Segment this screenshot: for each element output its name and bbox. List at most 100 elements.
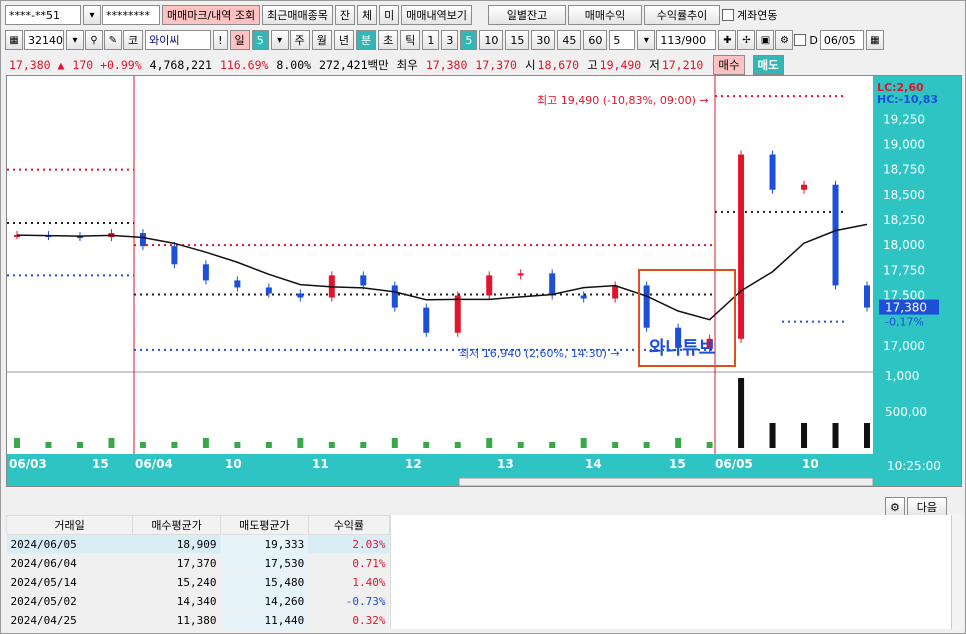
min-60[interactable]: 60: [583, 30, 608, 50]
col-header[interactable]: 매수평균가: [132, 515, 221, 535]
candle-body: [139, 233, 146, 247]
calendar-icon[interactable]: ▦: [5, 30, 23, 50]
candle-body: [171, 246, 178, 265]
price-tick: 18,750: [883, 163, 925, 177]
mi-button[interactable]: 미: [379, 5, 400, 25]
date-checkbox[interactable]: [794, 34, 807, 46]
indicator-icon[interactable]: ✚: [718, 30, 737, 50]
volume-bar: [297, 438, 304, 448]
x-tick: 10: [225, 457, 242, 471]
jan-button[interactable]: 잔: [334, 5, 356, 25]
col-header[interactable]: 매도평균가: [220, 515, 309, 535]
date-field[interactable]: 06/05: [819, 30, 864, 50]
count-field[interactable]: 113/900: [656, 30, 717, 50]
min-10[interactable]: 10: [479, 30, 504, 50]
x-tick: 14: [585, 457, 602, 471]
tf-5[interactable]: 틱: [400, 30, 421, 50]
recent-items-button[interactable]: 최근매매종목: [262, 5, 333, 25]
ask-price: 17,380: [425, 58, 468, 72]
che-button[interactable]: 체: [357, 5, 378, 25]
min-45[interactable]: 45: [557, 30, 582, 50]
candle-body: [517, 273, 524, 276]
col-header[interactable]: 수익률: [307, 515, 391, 535]
volume-bar: [769, 423, 776, 448]
next-button[interactable]: 다음: [906, 497, 947, 517]
trade-amount: 272,421백만: [319, 58, 389, 72]
min-1[interactable]: 1: [422, 30, 440, 50]
table-cell: 2024/04/25: [6, 610, 133, 630]
crosshair-icon[interactable]: ✢: [737, 30, 756, 50]
table-cell: 2.03%: [308, 534, 390, 554]
chart-area[interactable]: 최고 19,490 (-10,83%, 09:00) → 최저 16,940 (2…: [6, 75, 962, 487]
dropdown-icon[interactable]: ▾: [270, 30, 289, 50]
tf-3[interactable]: 분: [356, 30, 377, 50]
table-cell: 19,333: [220, 534, 309, 554]
search-icon[interactable]: ⚲: [85, 30, 103, 50]
settings-button[interactable]: ⚙: [885, 497, 905, 517]
calendar-icon[interactable]: ▦: [865, 30, 884, 50]
min-15[interactable]: 15: [505, 30, 530, 50]
volume-bar: [454, 442, 461, 448]
col-header[interactable]: 거래일: [5, 515, 134, 535]
tf-0[interactable]: 주: [289, 30, 310, 50]
daily-balance-button[interactable]: 일별잔고: [488, 5, 567, 25]
volume-bar: [202, 438, 209, 448]
candle-body: [549, 273, 556, 296]
trade-profit-button[interactable]: 매매수익: [568, 5, 643, 25]
account-select[interactable]: ****-**51: [5, 5, 81, 25]
dropdown-icon[interactable]: ▾: [83, 5, 101, 25]
period-button[interactable]: 일: [229, 30, 250, 50]
table-row[interactable]: 2024/04/25 11,380 11,440 0.32%: [6, 610, 390, 630]
profit-trend-button[interactable]: 수익률추이: [644, 5, 721, 25]
code-field[interactable]: 32140: [24, 30, 64, 50]
table-row[interactable]: 2024/06/05 18,909 19,333 2.03%: [6, 534, 390, 554]
table-cell: 1.40%: [308, 572, 390, 592]
volume-bar: [612, 442, 619, 448]
low-label: 저: [649, 58, 660, 72]
table-row[interactable]: 2024/06/04 17,370 17,530 0.71%: [6, 553, 390, 573]
candle-body: [738, 154, 745, 339]
min-5[interactable]: 5: [460, 30, 478, 50]
min-3[interactable]: 3: [441, 30, 459, 50]
price-tick: 18,000: [883, 238, 925, 252]
period-n[interactable]: 5: [251, 30, 269, 50]
dropdown-icon[interactable]: ▾: [637, 30, 656, 50]
volume-bar: [265, 442, 272, 448]
open-label: 시: [524, 58, 536, 72]
name-field[interactable]: 와이씨: [145, 30, 212, 50]
dropdown-icon[interactable]: ▾: [66, 30, 84, 50]
account-link-checkbox[interactable]: [722, 9, 735, 21]
tf-2[interactable]: 년: [333, 30, 355, 50]
price-change: 170 +0.99%: [72, 58, 142, 72]
trade-mark-button[interactable]: 매매마크/내역 조회: [162, 5, 261, 25]
save-icon[interactable]: ▣: [756, 30, 775, 50]
pin-icon[interactable]: ✎: [104, 30, 122, 50]
table-row[interactable]: 2024/05/14 15,240 15,480 1.40%: [6, 572, 390, 592]
candlestick-chart[interactable]: 최고 19,490 (-10,83%, 09:00) → 최저 16,940 (2…: [7, 76, 961, 486]
candle-body: [265, 287, 272, 294]
sell-button[interactable]: 매도: [752, 55, 784, 75]
table-cell: 15,240: [132, 572, 221, 592]
candle-body: [234, 280, 241, 288]
gear-icon[interactable]: ⚙: [775, 30, 794, 50]
interval-select[interactable]: 5: [609, 30, 636, 50]
volume-bar: [675, 438, 682, 448]
tf-4[interactable]: 초: [378, 30, 399, 50]
table-scrollbar[interactable]: [951, 515, 963, 629]
high-label: 고: [587, 58, 598, 72]
history-button[interactable]: 매매내역보기: [401, 5, 473, 25]
buy-button[interactable]: 매수: [713, 55, 745, 75]
account-link-label: 계좌연동: [737, 9, 778, 22]
volume-bar: [706, 442, 713, 448]
min-30[interactable]: 30: [531, 30, 556, 50]
alert-button[interactable]: !: [213, 30, 228, 50]
candle-body: [202, 264, 209, 281]
table-row[interactable]: 2024/05/02 14,340 14,260 -0.73%: [6, 591, 390, 611]
volume-bar: [391, 438, 398, 448]
table-cell: 0.71%: [308, 553, 390, 573]
tf-1[interactable]: 월: [311, 30, 332, 50]
password-field[interactable]: ********: [102, 5, 160, 25]
table-cell: 14,340: [132, 591, 221, 611]
volume-bar: [832, 423, 839, 448]
table-cell: 2024/06/04: [6, 553, 133, 573]
